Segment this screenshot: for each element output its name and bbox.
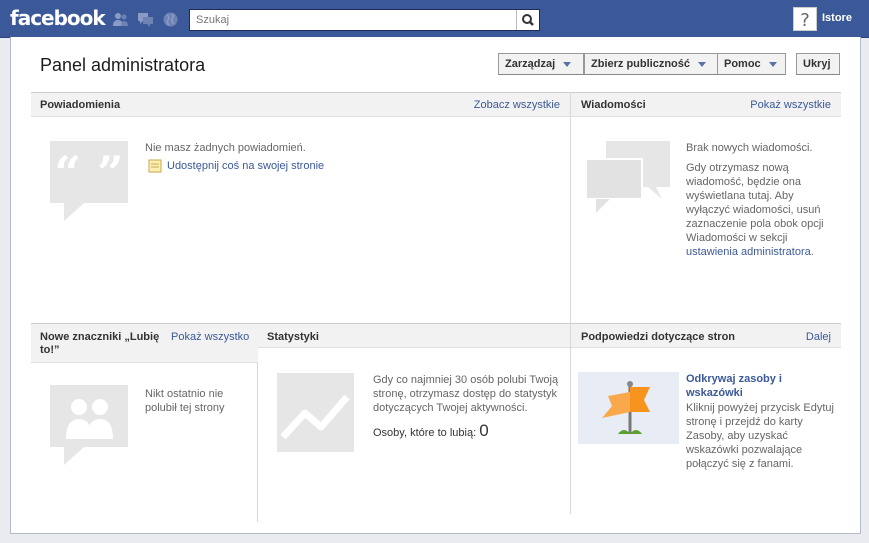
tips-next-link[interactable]: Dalej bbox=[806, 331, 831, 343]
admin-settings-link[interactable]: ustawienia administratora bbox=[686, 246, 811, 258]
search-icon bbox=[522, 14, 534, 26]
tip-title-link[interactable]: Odkrywaj zasoby i wskazówki bbox=[686, 372, 782, 400]
chat-bubbles-icon bbox=[585, 141, 672, 218]
messages-info-line: wiadomość, będzie ona bbox=[686, 176, 801, 188]
audience-label: Zbierz publiczność bbox=[591, 58, 691, 70]
stats-info-line: stronę, otrzymasz dostęp do statystyk bbox=[373, 388, 558, 400]
tip-text-line: stronę i przejdź do karty bbox=[686, 416, 803, 428]
see-all-notifications-link[interactable]: Zobacz wszystkie bbox=[474, 99, 560, 111]
help-icon: ? bbox=[800, 10, 810, 31]
likes-title-line: Nowe znaczniki „Lubię bbox=[40, 331, 160, 343]
no-messages-text: Brak nowych wiadomości. bbox=[686, 142, 813, 154]
likes-count-label: Osoby, które to lubią: bbox=[373, 427, 477, 439]
chart-placeholder-icon bbox=[277, 373, 355, 456]
facebook-logo[interactable]: facebook bbox=[10, 6, 106, 30]
page-note-icon bbox=[148, 159, 162, 176]
search-input[interactable] bbox=[190, 10, 516, 30]
tip-text-line: Zasoby, aby uzyskać bbox=[686, 430, 788, 442]
tip-title-line: Odkrywaj zasoby i bbox=[686, 373, 782, 385]
tip-title-line: wskazówki bbox=[686, 387, 743, 399]
messages-info-text: Gdy otrzymasz nową wiadomość, będzie ona… bbox=[686, 161, 824, 259]
hide-button[interactable]: Ukryj bbox=[796, 53, 840, 75]
stats-info-line: Gdy co najmniej 30 osób polubi Twoją bbox=[373, 374, 559, 386]
help-button[interactable]: ? bbox=[793, 7, 817, 31]
chevron-down-icon bbox=[698, 61, 707, 67]
search-box bbox=[189, 9, 540, 31]
stats-info-text: Gdy co najmniej 30 osób polubi Twoją str… bbox=[373, 373, 558, 415]
tips-header: Podpowiedzi dotyczące stron Dalej bbox=[571, 323, 841, 348]
tip-text-line: połączyć się z fanami. bbox=[686, 458, 794, 470]
no-likes-line: Nikt ostatnio nie bbox=[145, 388, 224, 400]
likes-count-row: Osoby, które to lubią: 0 bbox=[373, 421, 489, 441]
likes-title: Nowe znaczniki „Lubię to!” bbox=[40, 331, 159, 357]
notifications-globe-icon[interactable] bbox=[162, 11, 179, 28]
stats-title: Statystyki bbox=[267, 331, 319, 343]
tip-text: Kliknij powyżej przycisk Edytuj stronę i… bbox=[686, 401, 834, 471]
chevron-down-icon bbox=[768, 61, 777, 67]
tips-title: Podpowiedzi dotyczące stron bbox=[581, 331, 736, 343]
friend-requests-icon[interactable] bbox=[112, 11, 129, 28]
likes-header: Nowe znaczniki „Lubię to!” Pokaż wszystk… bbox=[31, 323, 258, 363]
show-all-likes-link[interactable]: Pokaż wszystko bbox=[171, 331, 249, 343]
messages-info-line: wyłączyć wiadomości, usuń bbox=[686, 204, 821, 216]
quote-bubble-icon: “ ” bbox=[50, 141, 130, 226]
notifications-title: Powiadomienia bbox=[40, 99, 121, 111]
manage-dropdown[interactable]: Zarządzaj bbox=[498, 53, 584, 75]
stats-info-line: dotyczących Twojej aktywności. bbox=[373, 402, 528, 414]
likes-count-value: 0 bbox=[479, 421, 489, 440]
messages-info-line: Wiadomości w sekcji bbox=[686, 232, 788, 244]
flag-icon[interactable] bbox=[578, 372, 679, 444]
admin-panel: Panel administratora Zarządzaj Zbierz pu… bbox=[10, 37, 861, 534]
search-button[interactable] bbox=[516, 10, 539, 30]
build-audience-dropdown[interactable]: Zbierz publiczność bbox=[584, 53, 718, 75]
notifications-header: Powiadomienia Zobacz wszystkie bbox=[31, 92, 570, 117]
tip-text-line: wskazówki pozwalające bbox=[686, 444, 803, 456]
share-on-page-link[interactable]: Udostępnij coś na swojej stronie bbox=[167, 160, 324, 172]
help-label: Pomoc bbox=[724, 58, 761, 70]
help-dropdown[interactable]: Pomoc bbox=[717, 53, 786, 75]
messages-header: Wiadomości Pokaż wszystkie bbox=[571, 92, 841, 117]
no-likes-text: Nikt ostatnio nie polubił tej strony bbox=[145, 387, 225, 415]
user-name-link[interactable]: Istore bbox=[822, 12, 852, 24]
top-bar: facebook ? Istore bbox=[0, 0, 869, 38]
messages-info-line: Gdy otrzymasz nową bbox=[686, 162, 789, 174]
no-likes-line: polubił tej strony bbox=[145, 402, 225, 414]
messages-icon[interactable] bbox=[137, 11, 154, 28]
chevron-down-icon bbox=[563, 61, 572, 67]
likes-title-line: to!” bbox=[40, 344, 60, 356]
show-all-messages-link[interactable]: Pokaż wszystkie bbox=[750, 99, 831, 111]
messages-info-line: wyświetlana tutaj. Aby bbox=[686, 190, 794, 202]
tip-text-line: Kliknij powyżej przycisk Edytuj bbox=[686, 402, 834, 414]
manage-label: Zarządzaj bbox=[505, 58, 556, 70]
svg-text:?: ? bbox=[800, 10, 810, 30]
stats-header: Statystyki bbox=[258, 323, 570, 348]
no-notifications-text: Nie masz żadnych powiadomień. bbox=[145, 142, 306, 154]
messages-info-line: zaznaczenie pola obok opcji bbox=[686, 218, 824, 230]
column-divider bbox=[570, 92, 571, 514]
page-title: Panel administratora bbox=[40, 55, 206, 75]
svg-text:“ ”: “ ” bbox=[55, 146, 124, 200]
messages-title: Wiadomości bbox=[581, 99, 646, 111]
people-bubble-icon bbox=[50, 385, 130, 470]
settings-suffix: . bbox=[810, 246, 814, 258]
hide-label: Ukryj bbox=[803, 58, 831, 70]
